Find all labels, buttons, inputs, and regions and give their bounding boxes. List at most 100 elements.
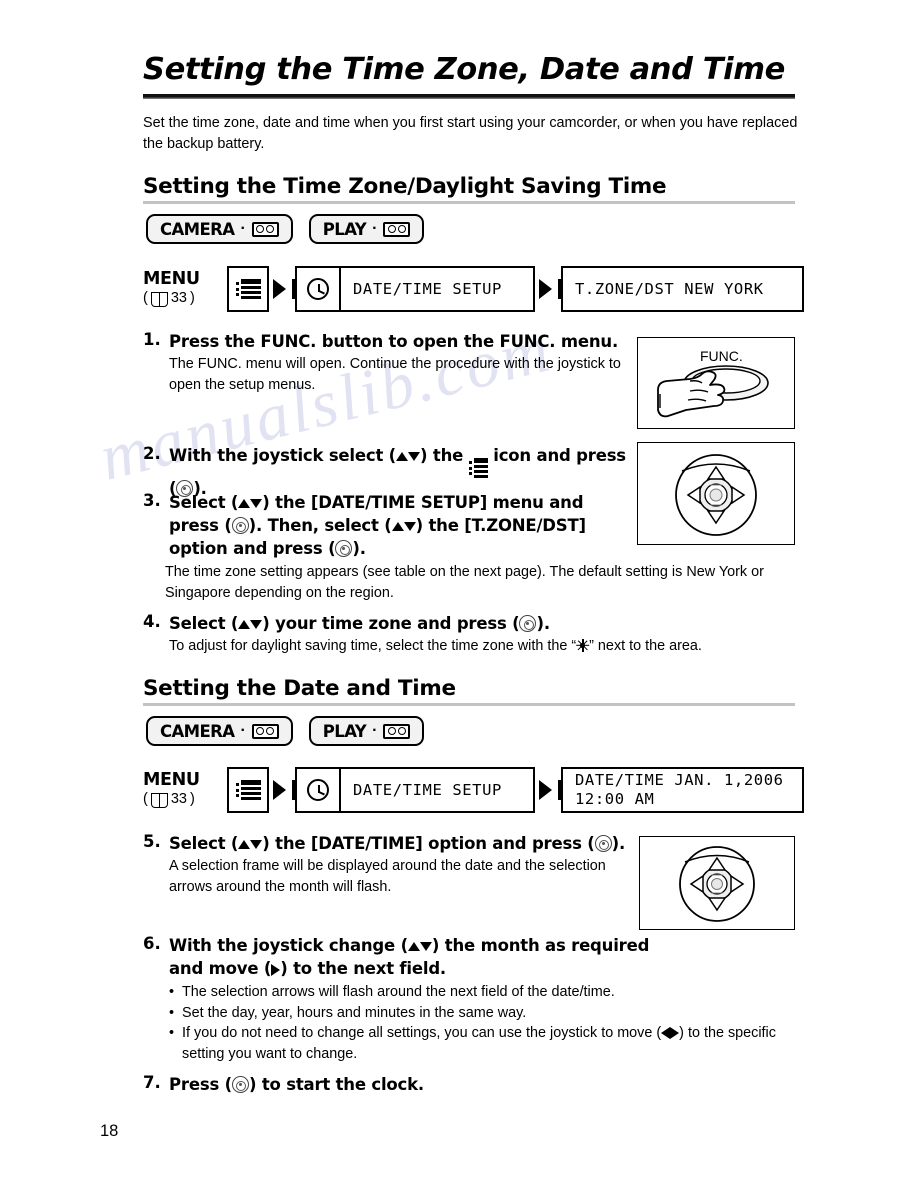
menu-item-box: DATE/TIME SETUP <box>295 767 535 813</box>
chevron-right-icon <box>539 780 552 800</box>
section2-menu-flow: MENU ( 33 ) DATE/TIME SETUP DATE/TIME JA… <box>143 767 804 813</box>
menu-result-box: DATE/TIME JAN. 1,2006 12:00 AM <box>561 767 804 813</box>
chevron-bar <box>292 780 295 800</box>
chevron-bar <box>558 780 561 800</box>
step-4-description: To adjust for daylight saving time, sele… <box>169 636 803 657</box>
title-divider <box>143 94 795 99</box>
step-6: 6. With the joystick change () the month… <box>143 934 803 1064</box>
section2-mode-badges: CAMERA · PLAY · <box>146 716 425 746</box>
step-3-number: 3. <box>143 491 161 510</box>
step-3-title: Select () the [DATE/TIME SETUP] menu and… <box>169 491 633 560</box>
step-1-title: Press the FUNC. button to open the FUNC.… <box>169 332 619 351</box>
step-4-text-c: ). <box>536 614 550 633</box>
triangle-right-icon <box>670 1027 680 1040</box>
menu-result-label: T.ZONE/DST NEW YORK <box>575 280 764 298</box>
section2-heading-block: Setting the Date and Time <box>143 676 795 706</box>
chevron-right-icon <box>539 279 552 299</box>
step-2-text-b: ) the <box>420 446 464 465</box>
paren-close: ) <box>189 791 195 807</box>
step-6-text-b: ) the month as required <box>431 936 650 955</box>
step-5-title: Select ( ) the [DATE/TIME] option and pre… <box>169 832 628 855</box>
clock-icon <box>307 278 329 300</box>
joystick-icon <box>231 517 249 534</box>
triangle-right-icon <box>271 963 281 976</box>
paren-close: ) <box>189 290 195 306</box>
menu-item-box: DATE/TIME SETUP <box>295 266 535 312</box>
bullet-text: The selection arrows will flash around t… <box>182 984 615 1000</box>
triangle-up-icon <box>238 840 251 849</box>
section2-divider <box>143 703 795 706</box>
bullet-text: Set the day, year, hours and minutes in … <box>182 1004 527 1021</box>
triangle-left-icon <box>661 1027 671 1040</box>
flow-arrow-1 <box>269 266 295 312</box>
step-6-bullets: • The selection arrows will flash around… <box>169 982 803 1064</box>
step-2-text-a: With the joystick select ( <box>169 446 397 465</box>
bullet-item: • Set the day, year, hours and minutes i… <box>169 1003 803 1024</box>
page-ref-number: 33 <box>170 791 187 807</box>
func-label: FUNC. <box>700 348 743 364</box>
menu-result-line2: 12:00 AM <box>575 790 655 808</box>
step-4-desc-a: To adjust for daylight saving time, sele… <box>169 638 577 654</box>
page-ref-number: 33 <box>170 290 187 306</box>
section1-divider <box>143 201 795 204</box>
joystick-illustration-1 <box>637 442 795 545</box>
section1-heading: Setting the Time Zone/Daylight Saving Ti… <box>143 174 667 199</box>
bullet-dot: • <box>169 984 175 1000</box>
flow-arrow-2 <box>535 266 561 312</box>
badge-camera: CAMERA · <box>146 716 293 746</box>
func-button-illustration: FUNC. <box>637 337 795 429</box>
menu-list-icon <box>235 777 261 803</box>
menu-icon-box <box>227 266 269 312</box>
menu-page-reference: ( 33 ) <box>143 791 227 808</box>
menu-icon-box <box>227 767 269 813</box>
bullet-item: • If you do not need to change all setti… <box>169 1023 803 1064</box>
clock-icon <box>307 779 329 801</box>
step-5-text-a: Select ( <box>169 834 239 853</box>
triangle-down-icon <box>250 840 263 849</box>
triangle-up-icon <box>238 499 251 508</box>
triangle-down-icon <box>403 522 416 531</box>
step-3-description: The time zone setting appears (see table… <box>165 564 764 601</box>
badge-play: PLAY · <box>308 214 425 244</box>
badge-camera-label: CAMERA <box>160 721 235 741</box>
step-1-description: The FUNC. menu will open. Continue the p… <box>169 356 621 393</box>
step-1-number: 1. <box>143 330 161 349</box>
triangle-up-icon <box>407 942 420 951</box>
menu-list-icon <box>468 457 488 479</box>
step-3-text-f: option and press ( <box>169 539 336 558</box>
page-title: Setting the Time Zone, Date and Time <box>143 52 785 87</box>
badge-camera-label: CAMERA <box>160 219 235 239</box>
step-6-number: 6. <box>143 934 161 953</box>
menu-label-block: MENU ( 33 ) <box>143 266 227 307</box>
flow-arrow-2 <box>535 767 561 813</box>
step-5-text-b: ) the [DATE/TIME] option and press ( <box>262 834 595 853</box>
step-5-text-c: ). <box>611 834 626 853</box>
chevron-bar <box>292 279 295 299</box>
menu-item-label: DATE/TIME SETUP <box>353 280 502 298</box>
tape-icon <box>383 221 411 237</box>
step-7: 7. Press () to start the clock. <box>143 1073 623 1096</box>
manual-page: manualslib.com Setting the Time Zone, Da… <box>0 0 918 1188</box>
menu-result-box: T.ZONE/DST NEW YORK <box>561 266 804 312</box>
section2-heading: Setting the Date and Time <box>143 676 456 701</box>
bullet-dot: • <box>169 1025 175 1041</box>
joystick-graphic <box>675 454 757 536</box>
triangle-up-icon <box>238 620 251 629</box>
step-7-number: 7. <box>143 1073 161 1092</box>
book-icon <box>150 792 168 808</box>
triangle-down-icon <box>408 452 421 461</box>
step-7-text-a: Press ( <box>169 1075 232 1094</box>
joystick-icon <box>231 1076 249 1093</box>
joystick-illustration-2 <box>639 836 795 930</box>
joystick-icon <box>335 540 353 557</box>
badge-play: PLAY · <box>308 716 425 746</box>
step-3-text-e: ) the [T.ZONE/DST] <box>415 516 586 535</box>
bullet-dot: • <box>169 1004 175 1021</box>
joystick-icon <box>519 615 537 632</box>
step-7-title: Press () to start the clock. <box>169 1073 623 1096</box>
tape-icon <box>383 723 411 739</box>
triangle-up-icon <box>391 522 404 531</box>
page-number: 18 <box>100 1122 119 1140</box>
clock-cell <box>297 769 341 811</box>
triangle-down-icon <box>419 942 432 951</box>
